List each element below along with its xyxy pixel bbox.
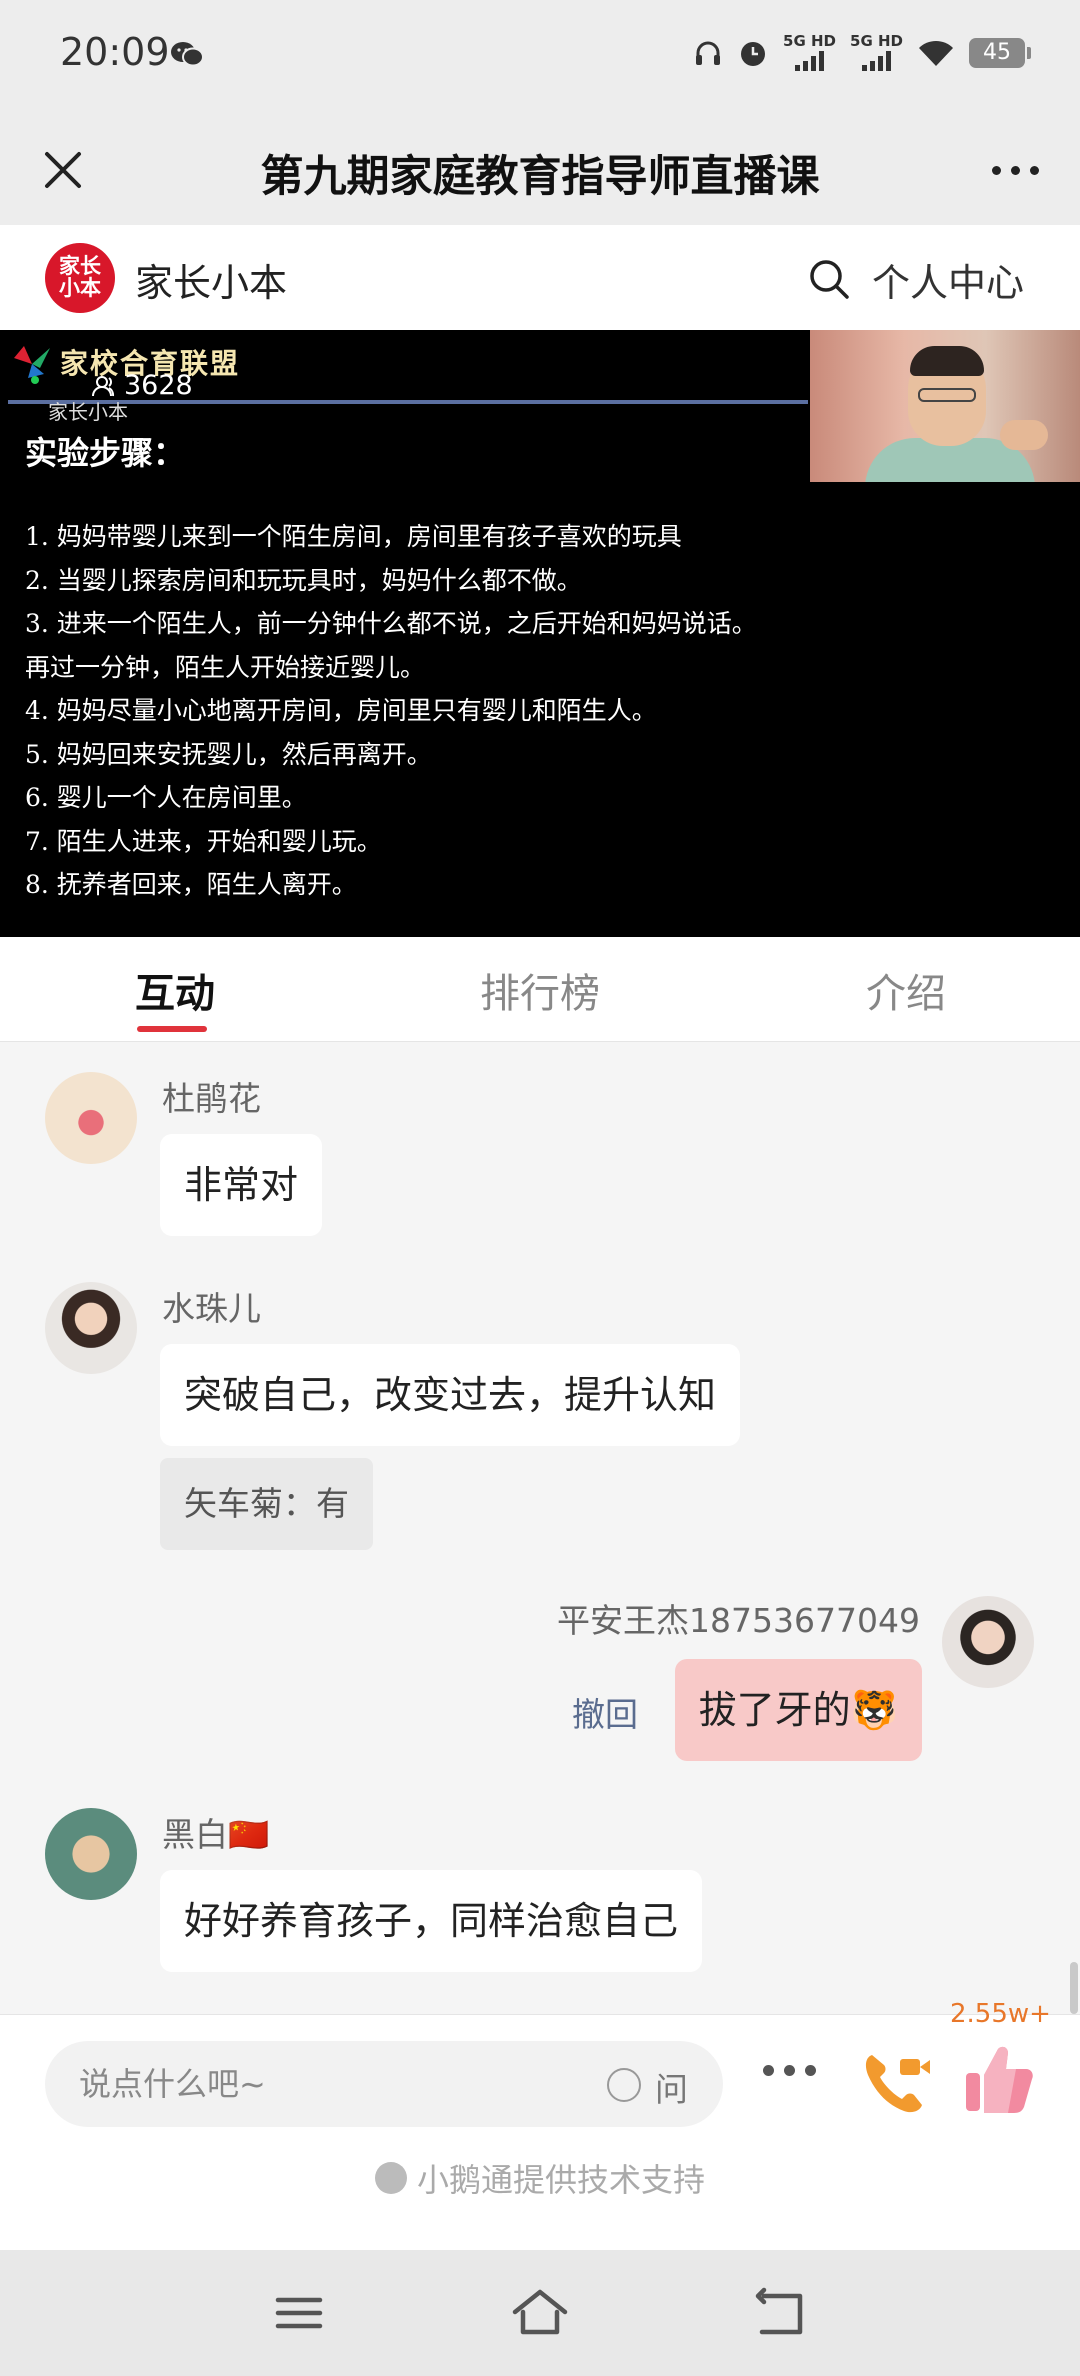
ask-question-label[interactable]: 问	[655, 2063, 688, 2111]
message-bubble-mine[interactable]: 拔了牙的🐯	[674, 1659, 922, 1761]
xiaoe-tech-icon	[374, 2162, 407, 2194]
like-thumb-icon[interactable]	[964, 2043, 1034, 2115]
input-bar: 问 2.55w+ 小鹅通提供技术支持	[0, 1999, 1080, 2250]
battery-indicator: 45	[969, 37, 1031, 68]
menu-icon[interactable]	[268, 2282, 330, 2344]
slide-step: 再过一分钟，陌生人开始接近婴儿。	[25, 652, 426, 682]
message-bubble[interactable]: 好好养育孩子，同样治愈自己	[160, 1870, 703, 1972]
tab-interaction[interactable]: 互动	[135, 961, 215, 1019]
slide-step: 8. 抚养者回来，陌生人离开。	[25, 870, 357, 899]
slide-step: 2. 当婴儿探索房间和玩玩具时，妈妈什么都不做。	[25, 565, 582, 595]
message-username: 黑白🇨🇳	[162, 1815, 270, 1854]
message-username: 杜鹃花	[162, 1079, 261, 1118]
search-icon[interactable]	[805, 255, 853, 303]
presenter-hand	[1000, 420, 1048, 450]
app-header: 家长 小本 家长小本 个人中心	[0, 225, 1080, 330]
video-sub-brand: 家长小本	[48, 400, 128, 424]
video-call-icon[interactable]	[858, 2045, 932, 2119]
signal-icon	[783, 49, 836, 71]
signal-2: 5G HD	[850, 34, 903, 71]
logo-text-line2: 小本	[59, 276, 101, 300]
signal-1: 5G HD	[783, 34, 836, 71]
chat-list[interactable]: 杜鹃花 非常对 水珠儿 突破自己，改变过去，提升认知 矢车菊：有 平安王杰187…	[0, 1042, 1080, 2014]
viewer-count-value: 3628	[124, 370, 193, 401]
dot-icon	[805, 2065, 816, 2076]
tab-bar: 互动 排行榜 介绍	[0, 937, 1080, 1042]
slide-step: 1. 妈妈带婴儿来到一个陌生房间，房间里有孩子喜欢的玩具	[25, 522, 682, 551]
signal-icon	[850, 49, 903, 71]
slide-steps: 1. 妈妈带婴儿来到一个陌生房间，房间里有孩子喜欢的玩具 2. 当婴儿探索房间和…	[25, 515, 1075, 907]
avatar[interactable]	[942, 1596, 1034, 1688]
dot-icon	[784, 2065, 795, 2076]
title-bar: 第九期家庭教育指导师直播课	[0, 115, 1080, 225]
slide-step: 7. 陌生人进来，开始和婴儿玩。	[25, 826, 382, 856]
ask-question-radio[interactable]	[607, 2068, 641, 2102]
comment-input[interactable]	[79, 2041, 579, 2127]
tab-leaderboard[interactable]: 排行榜	[480, 961, 600, 1019]
presenter-camera[interactable]	[810, 330, 1080, 482]
status-icons: 5G HD 5G HD 45	[693, 34, 1031, 71]
system-nav-bar	[0, 2250, 1080, 2376]
page-title: 第九期家庭教育指导师直播课	[260, 152, 820, 202]
back-icon[interactable]	[750, 2282, 812, 2344]
dot-icon	[763, 2065, 774, 2076]
live-video-player[interactable]: 家校合育联盟 3628 家长小本 实验步骤： 1. 妈妈带婴儿来到一个陌生房间，…	[0, 330, 1080, 937]
logo-text-line1: 家长	[59, 254, 101, 278]
message-username: 平安王杰18753677049	[557, 1601, 920, 1640]
message-bubble[interactable]: 非常对	[160, 1134, 323, 1236]
comment-input-container[interactable]: 问	[45, 2041, 723, 2127]
status-time: 20:09	[60, 30, 170, 74]
network-label-1: 5G HD	[783, 32, 837, 50]
presenter-hair	[910, 346, 984, 376]
more-menu-button[interactable]	[980, 140, 1050, 200]
alarm-icon	[741, 41, 766, 66]
more-actions-button[interactable]	[763, 2065, 816, 2076]
viewers-icon	[92, 375, 115, 396]
personal-center-link[interactable]: 个人中心	[872, 252, 1024, 307]
dot-icon	[1029, 165, 1039, 175]
slide-step: 3. 进来一个陌生人，前一分钟什么都不说，之后开始和妈妈说话。	[25, 609, 757, 638]
powered-by-text: 小鹅通提供技术支持	[416, 2161, 705, 2199]
like-count: 2.55w+	[950, 1999, 1051, 2029]
slide-step: 4. 妈妈尽量小心地离开房间，房间里只有婴儿和陌生人。	[25, 696, 657, 725]
app-logo[interactable]: 家长 小本	[45, 243, 115, 313]
tab-intro[interactable]: 介绍	[866, 961, 946, 1019]
message-bubble[interactable]: 突破自己，改变过去，提升认知	[160, 1344, 741, 1446]
quoted-reply[interactable]: 矢车菊：有	[160, 1458, 373, 1550]
avatar[interactable]	[45, 1808, 137, 1900]
avatar[interactable]	[45, 1072, 137, 1164]
bird-logo-icon	[14, 346, 50, 384]
avatar[interactable]	[45, 1282, 137, 1374]
slide-step: 6. 婴儿一个人在房间里。	[25, 783, 307, 812]
recall-button[interactable]: 撤回	[572, 1688, 638, 1736]
powered-by: 小鹅通提供技术支持	[0, 2155, 1080, 2201]
home-icon[interactable]	[509, 2282, 571, 2344]
presenter-glasses	[918, 388, 976, 402]
dot-icon	[1010, 165, 1020, 175]
wechat-icon	[171, 42, 204, 67]
dot-icon	[991, 165, 1001, 175]
slide-heading: 实验步骤：	[25, 434, 186, 472]
wifi-icon	[919, 40, 953, 66]
message-username: 水珠儿	[162, 1289, 261, 1328]
status-bar: 20:09 5G HD 5G HD 45	[0, 0, 1080, 115]
active-tab-indicator	[137, 1026, 207, 1032]
app-name[interactable]: 家长小本	[135, 252, 287, 307]
slide-step: 5. 妈妈回来安抚婴儿，然后再离开。	[25, 739, 432, 769]
scrollbar[interactable]	[1070, 1962, 1078, 2014]
headphones-icon	[696, 41, 721, 65]
network-label-2: 5G HD	[850, 32, 903, 50]
